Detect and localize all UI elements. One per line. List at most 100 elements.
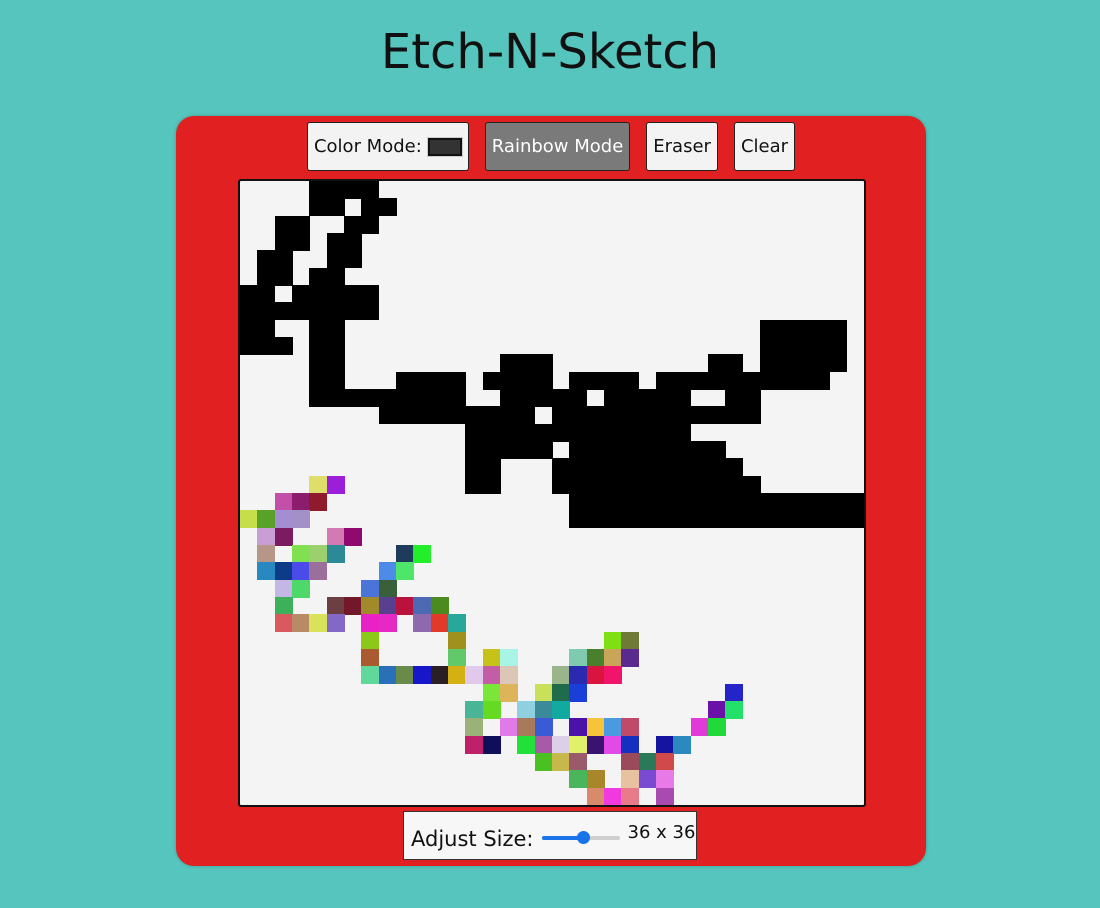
grid-cell[interactable]: [638, 475, 657, 494]
grid-cell[interactable]: [361, 285, 380, 303]
grid-cell[interactable]: [361, 198, 380, 217]
grid-cell[interactable]: [708, 354, 726, 373]
grid-cell[interactable]: [725, 406, 744, 425]
grid-cell[interactable]: [326, 371, 345, 390]
grid-cell[interactable]: [638, 458, 657, 477]
grid-cell[interactable]: [448, 371, 466, 390]
grid-cell[interactable]: [482, 475, 501, 494]
grid-cell[interactable]: [777, 510, 796, 529]
grid-cell[interactable]: [708, 441, 726, 459]
grid-cell[interactable]: [274, 597, 293, 615]
grid-cell[interactable]: [396, 545, 414, 563]
grid-cell[interactable]: [292, 545, 310, 563]
grid-cell[interactable]: [361, 649, 380, 667]
grid-cell[interactable]: [274, 267, 293, 286]
grid-cell[interactable]: [344, 302, 362, 321]
grid-cell[interactable]: [309, 614, 328, 633]
grid-cell[interactable]: [361, 614, 380, 633]
grid-cell[interactable]: [777, 371, 796, 390]
grid-cell[interactable]: [569, 441, 588, 459]
grid-cell[interactable]: [482, 371, 501, 390]
grid-cell[interactable]: [274, 614, 293, 633]
grid-cell[interactable]: [621, 631, 640, 650]
grid-cell[interactable]: [326, 337, 345, 355]
grid-cell[interactable]: [292, 302, 310, 321]
grid-cell[interactable]: [690, 441, 709, 459]
grid-cell[interactable]: [846, 493, 864, 511]
grid-cell[interactable]: [292, 614, 310, 633]
grid-cell[interactable]: [621, 371, 640, 390]
grid-cell[interactable]: [396, 406, 414, 425]
grid-cell[interactable]: [292, 579, 310, 598]
grid-cell[interactable]: [552, 701, 570, 719]
grid-cell[interactable]: [846, 510, 864, 529]
grid-cell[interactable]: [742, 371, 761, 390]
grid-cell[interactable]: [794, 371, 813, 390]
grid-cell[interactable]: [552, 735, 570, 754]
grid-cell[interactable]: [257, 319, 276, 338]
grid-cell[interactable]: [586, 649, 605, 667]
grid-cell[interactable]: [378, 389, 397, 407]
grid-cell[interactable]: [430, 371, 449, 390]
grid-cell[interactable]: [326, 181, 345, 199]
grid-cell[interactable]: [378, 597, 397, 615]
grid-cell[interactable]: [604, 649, 622, 667]
grid-cell[interactable]: [309, 354, 328, 373]
grid-cell[interactable]: [517, 354, 536, 373]
grid-cell[interactable]: [604, 371, 622, 390]
grid-cell[interactable]: [552, 423, 570, 442]
grid-cell[interactable]: [621, 458, 640, 477]
grid-cell[interactable]: [309, 267, 328, 286]
grid-cell[interactable]: [777, 493, 796, 511]
grid-cell[interactable]: [621, 510, 640, 529]
grid-cell[interactable]: [708, 371, 726, 390]
grid-cell[interactable]: [482, 735, 501, 754]
grid-cell[interactable]: [326, 545, 345, 563]
grid-cell[interactable]: [326, 250, 345, 269]
grid-cell[interactable]: [517, 735, 536, 754]
grid-cell[interactable]: [604, 389, 622, 407]
grid-cell[interactable]: [257, 545, 276, 563]
grid-cell[interactable]: [604, 510, 622, 529]
grid-cell[interactable]: [326, 527, 345, 546]
grid-cell[interactable]: [794, 354, 813, 373]
grid-cell[interactable]: [638, 770, 657, 789]
grid-cell[interactable]: [465, 701, 484, 719]
grid-cell[interactable]: [760, 493, 778, 511]
grid-cell[interactable]: [569, 389, 588, 407]
grid-cell[interactable]: [257, 527, 276, 546]
grid-cell[interactable]: [326, 597, 345, 615]
grid-cell[interactable]: [760, 319, 778, 338]
grid-cell[interactable]: [430, 406, 449, 425]
grid-cell[interactable]: [742, 406, 761, 425]
grid-cell[interactable]: [690, 371, 709, 390]
grid-cell[interactable]: [465, 475, 484, 494]
grid-cell[interactable]: [534, 735, 553, 754]
grid-cell[interactable]: [656, 423, 674, 442]
grid-cell[interactable]: [274, 302, 293, 321]
grid-cell[interactable]: [326, 475, 345, 494]
grid-cell[interactable]: [274, 250, 293, 269]
grid-cell[interactable]: [292, 510, 310, 529]
grid-cell[interactable]: [500, 649, 518, 667]
grid-cell[interactable]: [500, 683, 518, 702]
grid-cell[interactable]: [413, 614, 432, 633]
grid-cell[interactable]: [517, 371, 536, 390]
grid-cell[interactable]: [586, 475, 605, 494]
grid-cell[interactable]: [500, 389, 518, 407]
grid-cell[interactable]: [326, 233, 345, 251]
grid-cell[interactable]: [309, 181, 328, 199]
grid-cell[interactable]: [396, 562, 414, 581]
grid-cell[interactable]: [534, 683, 553, 702]
grid-cell[interactable]: [621, 493, 640, 511]
grid-cell[interactable]: [257, 302, 276, 321]
grid-cell[interactable]: [240, 337, 258, 355]
grid-cell[interactable]: [482, 441, 501, 459]
grid-cell[interactable]: [344, 181, 362, 199]
grid-cell[interactable]: [326, 614, 345, 633]
grid-cell[interactable]: [378, 666, 397, 685]
grid-cell[interactable]: [534, 371, 553, 390]
grid-cell[interactable]: [500, 423, 518, 442]
grid-cell[interactable]: [794, 493, 813, 511]
grid-cell[interactable]: [292, 562, 310, 581]
